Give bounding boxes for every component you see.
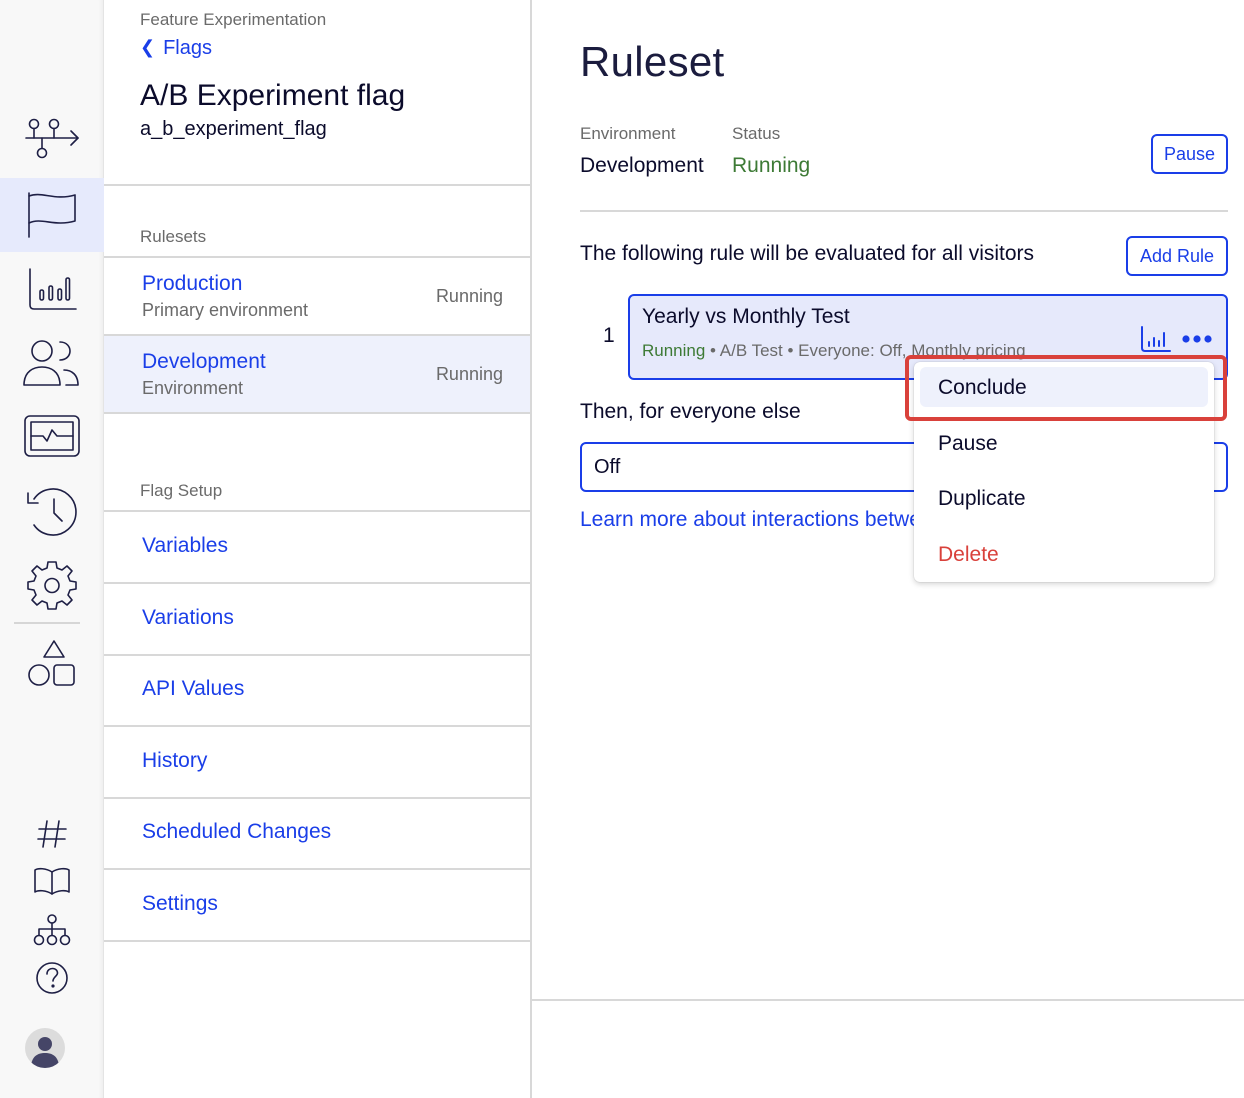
flag-key: a_b_experiment_flag bbox=[140, 118, 327, 140]
rulesets-label: Rulesets bbox=[140, 227, 207, 246]
status-value: Running bbox=[732, 154, 811, 177]
setup-item-variables[interactable]: Variables bbox=[104, 512, 530, 584]
ruleset-description: Environment bbox=[142, 378, 244, 398]
rail-item-audiences[interactable] bbox=[0, 326, 104, 400]
ruleset-item-development[interactable]: Development Environment Running bbox=[104, 336, 530, 414]
divider bbox=[532, 999, 1244, 1001]
menu-item-label: Pause bbox=[938, 432, 998, 455]
setup-item-label: API Values bbox=[142, 677, 245, 700]
default-rule-label: Then, for everyone else bbox=[580, 400, 801, 423]
monitor-pulse-icon bbox=[24, 415, 80, 457]
rail-divider bbox=[14, 622, 80, 624]
rule-results-button[interactable] bbox=[1140, 325, 1172, 353]
ruleset-item-production[interactable]: Production Primary environment Running bbox=[104, 258, 530, 336]
icon-rail bbox=[0, 0, 104, 1098]
menu-item-label: Delete bbox=[938, 543, 999, 566]
status-label: Status bbox=[732, 124, 781, 143]
ruleset-status: Running bbox=[435, 286, 503, 306]
setup-item-api-values[interactable]: API Values bbox=[104, 655, 530, 727]
rail-item-monitoring[interactable] bbox=[0, 400, 104, 474]
rail-item-hash[interactable] bbox=[28, 814, 76, 854]
rail-item-reports[interactable] bbox=[0, 252, 104, 326]
flag-sidebar: Feature Experimentation ❮ Flags A/B Expe… bbox=[104, 0, 532, 1098]
users-icon bbox=[23, 340, 79, 386]
flag-icon bbox=[28, 192, 76, 238]
rule-status: Running bbox=[642, 341, 706, 360]
bar-chart-icon bbox=[29, 268, 77, 310]
setup-item-scheduled-changes[interactable]: Scheduled Changes bbox=[104, 798, 530, 870]
ruleset-status: Running bbox=[435, 364, 503, 384]
flag-setup-label: Flag Setup bbox=[140, 481, 223, 500]
rule-details: • A/B Test • Everyone: Off, Monthly pric… bbox=[705, 341, 1026, 360]
hierarchy-icon bbox=[33, 914, 71, 946]
book-icon bbox=[34, 867, 70, 895]
menu-item-conclude[interactable]: Conclude bbox=[920, 367, 1208, 407]
setup-item-variations[interactable]: Variations bbox=[104, 584, 530, 656]
setup-item-label: Scheduled Changes bbox=[142, 820, 332, 843]
chevron-left-icon: ❮ bbox=[140, 37, 156, 57]
learn-more-link[interactable]: Learn more about interactions between ru… bbox=[580, 508, 914, 532]
more-horizontal-icon bbox=[1182, 335, 1212, 343]
rail-item-flags[interactable] bbox=[0, 178, 104, 252]
rail-item-flows[interactable] bbox=[0, 104, 104, 178]
flow-branch-icon bbox=[25, 118, 79, 159]
add-rule-button[interactable]: Add Rule bbox=[1126, 236, 1228, 276]
back-to-flags-link[interactable]: ❮ Flags bbox=[140, 37, 212, 60]
setup-item-label: History bbox=[142, 749, 208, 772]
breadcrumb: Feature Experimentation bbox=[140, 10, 327, 29]
user-avatar-icon bbox=[31, 1037, 59, 1068]
menu-item-duplicate[interactable]: Duplicate bbox=[920, 478, 1208, 518]
rule-more-button[interactable] bbox=[1182, 334, 1212, 344]
shapes-icon bbox=[28, 640, 75, 686]
back-link-label: Flags bbox=[163, 37, 212, 59]
menu-item-delete[interactable]: Delete bbox=[920, 534, 1208, 574]
rail-item-settings[interactable] bbox=[0, 548, 104, 622]
divider bbox=[104, 184, 530, 186]
setup-item-history[interactable]: History bbox=[104, 727, 530, 799]
rail-item-history[interactable] bbox=[0, 474, 104, 548]
divider bbox=[580, 210, 1228, 212]
rule-intro-text: The following rule will be evaluated for… bbox=[580, 242, 1035, 265]
default-variation-value: Off bbox=[594, 456, 621, 478]
setup-item-label: Settings bbox=[142, 892, 218, 915]
rule-actions-menu: Conclude Pause Duplicate Delete bbox=[914, 362, 1214, 582]
page-title: Ruleset bbox=[580, 38, 725, 85]
history-clock-icon bbox=[27, 488, 77, 536]
rule-name: Yearly vs Monthly Test bbox=[642, 305, 850, 328]
menu-item-pause[interactable]: Pause bbox=[920, 423, 1208, 463]
ruleset-name: Development bbox=[142, 350, 266, 373]
rail-item-docs[interactable] bbox=[28, 862, 76, 902]
results-chart-icon bbox=[1141, 326, 1171, 352]
menu-item-label: Conclude bbox=[938, 376, 1027, 399]
ruleset-description: Primary environment bbox=[142, 300, 309, 320]
menu-item-label: Duplicate bbox=[938, 487, 1026, 510]
hash-icon bbox=[37, 820, 67, 848]
help-circle-icon bbox=[36, 962, 68, 994]
rail-item-help[interactable] bbox=[28, 958, 76, 998]
pause-ruleset-button[interactable]: Pause bbox=[1151, 134, 1228, 174]
environment-value: Development bbox=[580, 154, 704, 177]
rule-number: 1 bbox=[603, 324, 615, 347]
rail-item-integrations[interactable] bbox=[0, 626, 104, 700]
flag-title: A/B Experiment flag bbox=[140, 79, 406, 112]
gear-icon bbox=[27, 561, 77, 610]
rule-actions bbox=[1140, 325, 1212, 353]
user-avatar[interactable] bbox=[25, 1028, 65, 1068]
setup-item-label: Variables bbox=[142, 534, 228, 557]
setup-item-settings[interactable]: Settings bbox=[104, 870, 530, 942]
setup-item-label: Variations bbox=[142, 606, 234, 629]
rail-item-org[interactable] bbox=[28, 910, 76, 950]
environment-label: Environment bbox=[580, 124, 676, 143]
rule-summary: Running • A/B Test • Everyone: Off, Mont… bbox=[642, 341, 1026, 361]
ruleset-name: Production bbox=[142, 272, 243, 295]
